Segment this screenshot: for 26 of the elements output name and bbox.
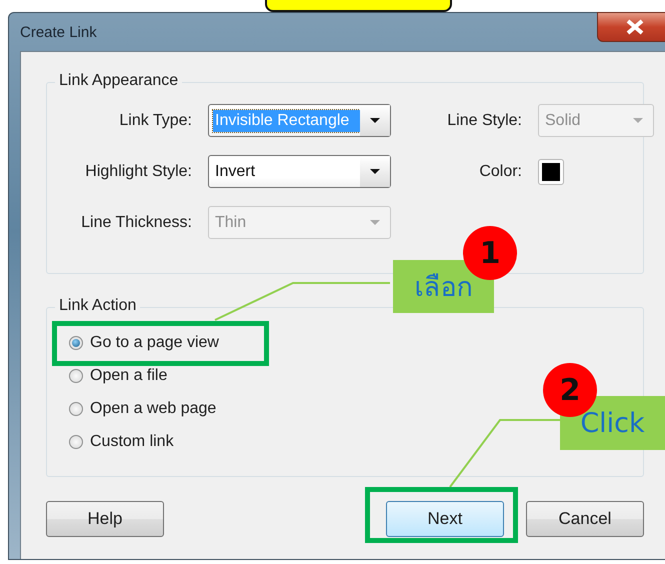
field-label: Line Thickness: <box>80 214 192 232</box>
caret-icon <box>370 169 380 174</box>
caret-icon <box>633 118 643 123</box>
field-label: Line Style: <box>446 112 522 130</box>
radio-button[interactable] <box>69 336 83 350</box>
radio-option[interactable]: Go to a page view <box>69 334 219 352</box>
radio-button[interactable] <box>69 402 83 416</box>
radio-option[interactable]: Open a web page <box>69 400 216 418</box>
radio-option[interactable]: Open a file <box>69 367 168 385</box>
dialog-button[interactable]: Cancel <box>526 501 644 537</box>
dialog-button[interactable]: Next <box>386 501 504 537</box>
caret-icon <box>370 220 380 225</box>
dialog-button[interactable]: Help <box>46 501 164 537</box>
radio-button[interactable] <box>69 369 83 383</box>
dropdown[interactable]: Invert <box>208 155 391 188</box>
color-picker[interactable] <box>538 158 564 184</box>
group-title: Link Appearance <box>55 72 182 90</box>
caret-icon <box>370 118 380 123</box>
window-title: Create Link <box>20 24 97 40</box>
field-label: Link Type: <box>118 112 192 130</box>
radio-option[interactable]: Custom link <box>69 433 174 451</box>
field-label: Highlight Style: <box>84 162 192 180</box>
radio-button[interactable] <box>69 435 83 449</box>
close-icon <box>625 19 645 35</box>
field-label: Color: <box>478 162 522 180</box>
close-button[interactable] <box>597 12 665 42</box>
